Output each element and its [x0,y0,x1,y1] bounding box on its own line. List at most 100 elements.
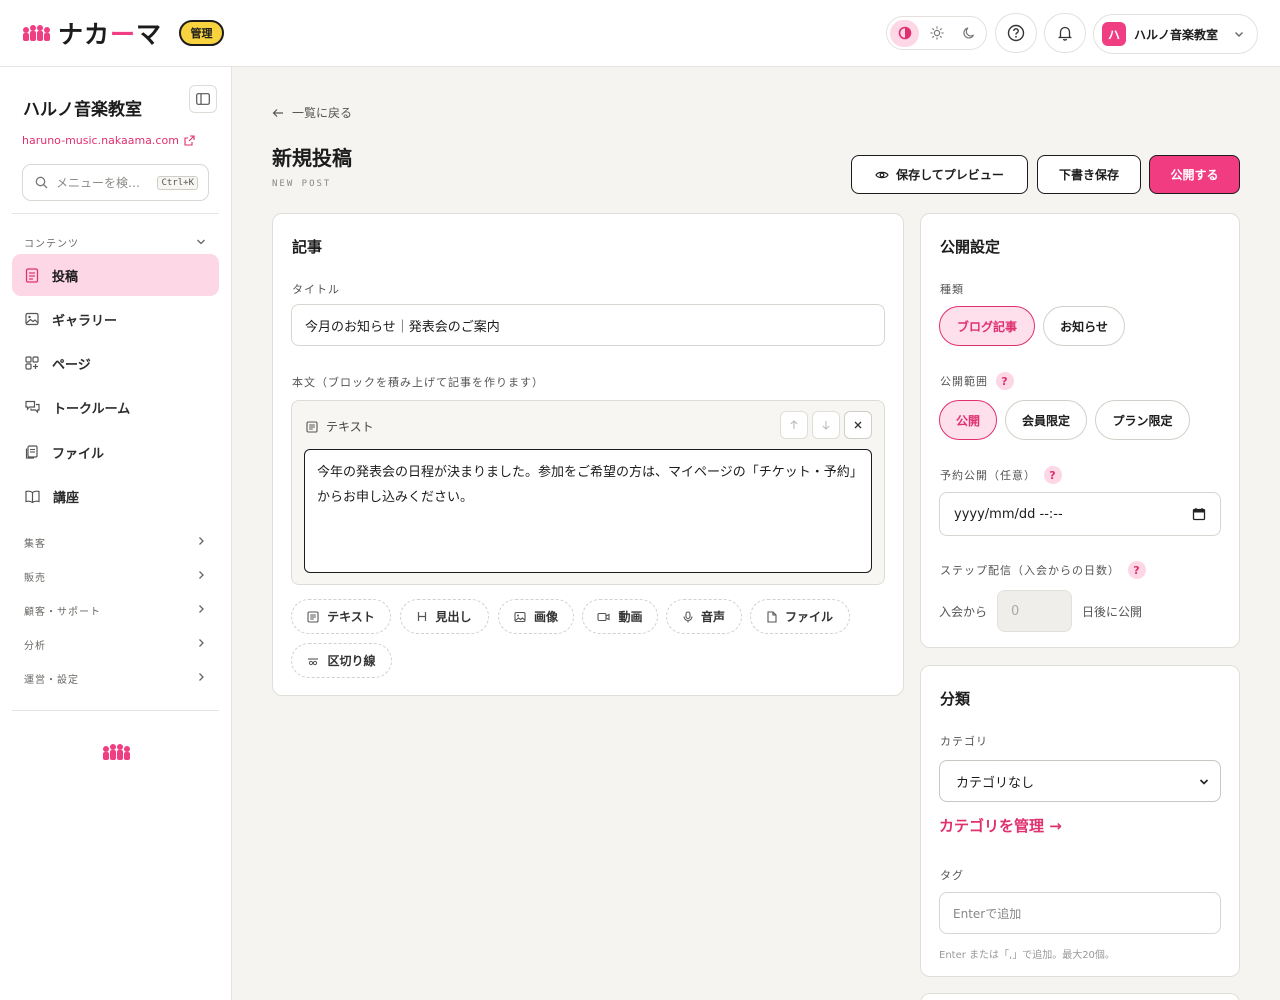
scope-public-option[interactable]: 公開 [939,400,997,440]
search-shortcut: Ctrl+K [157,176,198,190]
title-input[interactable]: 今月のお知らせ｜発表会のご案内 [291,304,885,346]
publish-settings-heading: 公開設定 [940,238,1001,256]
sidebar-item-label: ページ [52,357,91,373]
manage-categories-link[interactable]: カテゴリを管理 → [939,815,1062,836]
add-video-block-button[interactable]: 動画 [582,599,658,634]
type-blog-option[interactable]: ブログ記事 [939,306,1035,346]
save-and-preview-button[interactable]: 保存してプレビュー [851,155,1028,194]
text-block-icon [307,610,319,623]
add-heading-block-button[interactable]: 見出し [400,599,489,634]
sidebar-item-posts[interactable]: 投稿 [12,254,219,296]
chevron-right-icon [199,605,204,613]
page-subtitle: NEW POST [272,179,332,189]
body-label: 本文（ブロックを積み上げて記事を作ります） [292,376,544,389]
block-type-text: テキスト [326,420,374,434]
chevron-right-icon [199,639,204,647]
help-icon[interactable]: ? [1044,466,1062,484]
arrow-up-icon [790,420,798,429]
scope-members-option[interactable]: 会員限定 [1005,400,1087,440]
back-label: 一覧に戻る [292,106,353,120]
search-placeholder: メニューを検… [56,176,141,190]
step-delivery-row: 入会から 0 日後に公開 [939,590,1142,632]
sidebar-title: ハルノ音楽教室 [23,100,142,120]
step-delivery-label: ステップ配信（入会からの日数） ? [940,561,1146,579]
chevron-right-icon [199,537,204,545]
block-type-label: テキスト [306,418,374,435]
divider [12,213,219,214]
help-icon[interactable]: ? [996,372,1014,390]
chip-label: テキスト [327,610,375,624]
chip-label: 動画 [618,610,643,624]
section-marketing-toggle[interactable]: 集客 [24,535,46,550]
chevron-down-icon [197,239,205,245]
add-divider-block-button[interactable]: 区切り線 [291,643,392,678]
sidebar-item-label: ファイル [52,446,105,462]
sidebar-item-talkroom[interactable]: トークルーム [12,386,219,428]
block-text-area[interactable]: 今年の発表会の日程が決まりました。参加をご希望の方は、マイページの「チケット・予… [304,449,872,573]
add-text-block-button[interactable]: テキスト [291,599,391,634]
theme-light-button[interactable] [922,20,951,47]
site-domain-link[interactable]: haruno-music.nakaama.com [22,134,195,147]
chip-label: 画像 [533,610,558,624]
move-block-down-button[interactable] [812,411,840,439]
back-to-list-link[interactable]: 一覧に戻る [272,104,352,121]
theme-auto-button[interactable] [890,19,919,47]
publish-settings-card: 公開設定 種類 ブログ記事 お知らせ 公開範囲 ? 公開 会員限定 プラン限定 … [920,213,1240,648]
account-menu-button[interactable]: ハ ハルノ音楽教室 [1093,14,1258,54]
chevron-right-icon [199,673,204,681]
section-sales-toggle[interactable]: 販売 [24,569,46,584]
sidebar-item-courses[interactable]: 講座 [12,475,219,517]
page-grid-icon [25,356,39,370]
brand-name: ナカーマ [58,20,163,49]
scope-plan-option[interactable]: プラン限定 [1095,400,1190,440]
add-file-block-button[interactable]: ファイル [750,599,850,634]
schedule-placeholder: yyyy/mm/dd --:-- [954,506,1063,522]
brand-logo[interactable]: ナカーマ [22,17,162,49]
move-block-up-button[interactable] [780,411,808,439]
section-analytics-toggle[interactable]: 分析 [24,637,46,652]
sidebar-item-label: 投稿 [52,269,79,285]
chevron-right-icon [199,571,204,579]
site-domain-text: haruno-music.nakaama.com [22,134,179,147]
sidebar-item-label: ギャラリー [52,313,118,329]
classification-heading: 分類 [940,690,971,708]
tag-input[interactable]: Enterで追加 [939,892,1221,934]
sidebar-item-gallery[interactable]: ギャラリー [12,298,219,340]
schedule-label-text: 予約公開（任意） [940,469,1036,482]
section-content-toggle[interactable]: コンテンツ [24,235,79,250]
microphone-icon [683,610,693,622]
add-audio-block-button[interactable]: 音声 [666,599,742,634]
section-operations-toggle[interactable]: 運営・設定 [24,671,79,686]
theme-dark-button[interactable] [954,20,983,47]
sun-icon [930,26,943,40]
help-icon[interactable]: ? [1128,561,1146,579]
menu-search-input[interactable]: メニューを検… Ctrl+K [22,164,209,201]
eye-icon [875,171,889,178]
category-select[interactable]: カテゴリなし [939,760,1221,802]
type-news-option[interactable]: お知らせ [1043,306,1125,346]
divider-icon [308,657,319,665]
chip-label: 音声 [700,610,725,624]
external-link-icon [184,135,195,146]
help-button[interactable] [995,13,1037,53]
remove-block-button[interactable] [844,411,872,439]
publish-button[interactable]: 公開する [1149,155,1240,194]
sidebar-item-pages[interactable]: ページ [12,342,219,384]
text-block-icon [306,420,318,433]
admin-badge: 管理 [179,20,224,46]
calendar-icon[interactable] [1192,507,1206,521]
save-draft-button[interactable]: 下書き保存 [1037,155,1141,194]
section-customer-support-toggle[interactable]: 顧客・サポート [24,603,101,618]
book-icon [25,490,40,503]
image-icon [25,312,39,326]
add-image-block-button[interactable]: 画像 [498,599,574,634]
top-bar: ナカーマ 管理 ハ ハルノ音楽教室 [0,0,1280,67]
notifications-button[interactable] [1044,13,1086,53]
sidebar-item-files[interactable]: ファイル [12,431,219,473]
schedule-datetime-input[interactable]: yyyy/mm/dd --:-- [939,492,1221,536]
step-days-input[interactable]: 0 [997,590,1073,632]
category-label: カテゴリ [940,735,988,748]
chevron-down-icon [1235,32,1243,37]
sidebar-collapse-button[interactable] [189,85,217,113]
search-icon [35,176,48,189]
